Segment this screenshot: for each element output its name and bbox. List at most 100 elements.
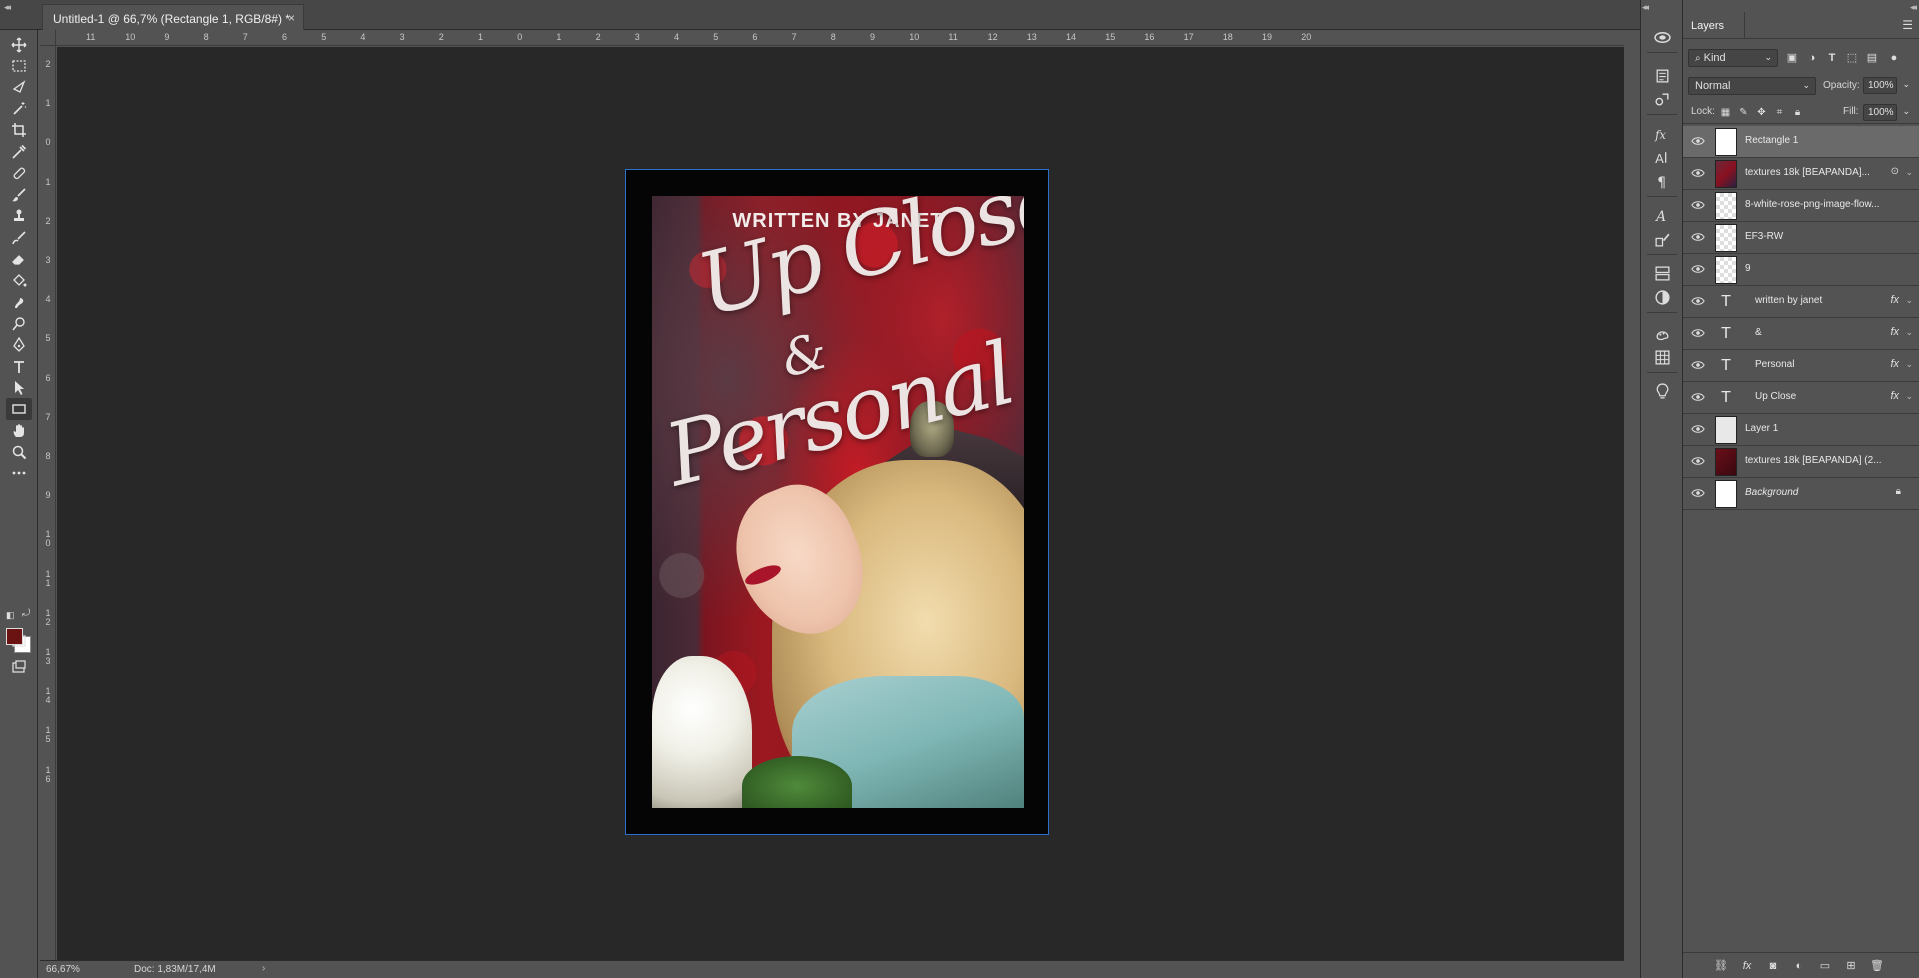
visibility-eye-icon[interactable] [1691, 199, 1705, 211]
layer-thumbnail[interactable] [1715, 256, 1737, 284]
canvas-area[interactable]: WRITTEN BY JANET Up Close & Personal [57, 47, 1624, 961]
ruler-origin[interactable] [40, 30, 56, 46]
layer-row[interactable]: Background 🔒︎ [1683, 478, 1919, 510]
delete-layer-icon[interactable]: 🗑︎ [1869, 959, 1885, 973]
layer-thumbnail[interactable] [1715, 416, 1737, 444]
glyphs-icon[interactable]: A [1650, 204, 1674, 226]
filter-pixel-icon[interactable]: ▣ [1785, 51, 1799, 65]
visibility-eye-icon[interactable] [1691, 359, 1705, 371]
document-canvas[interactable]: WRITTEN BY JANET Up Close & Personal [625, 169, 1049, 835]
layer-name[interactable]: written by janet [1755, 295, 1895, 306]
filter-type-icon[interactable]: T [1825, 51, 1839, 65]
brushes-icon[interactable] [1650, 228, 1674, 250]
new-group-icon[interactable]: ▭ [1817, 959, 1833, 973]
layer-name[interactable]: Background [1745, 487, 1885, 498]
path-select-icon[interactable] [6, 377, 32, 399]
hand-icon[interactable] [6, 420, 32, 442]
layer-effects-icon[interactable]: fx [1890, 390, 1899, 402]
layer-name[interactable]: 8-white-rose-png-image-flow... [1745, 199, 1885, 210]
layer-row[interactable]: Rectangle 1 [1683, 126, 1919, 158]
visibility-eye-icon[interactable] [1691, 295, 1705, 307]
layer-thumbnail[interactable] [1715, 224, 1737, 252]
link-layers-icon[interactable]: ⛓︎ [1713, 959, 1729, 973]
expand-effects-icon[interactable]: ⌄ [1905, 391, 1913, 402]
smudge-icon[interactable] [6, 291, 32, 313]
tab-layers[interactable]: Layers [1683, 12, 1745, 38]
layer-row[interactable]: Twritten by janet fx ⌄ [1683, 286, 1919, 318]
document-tab[interactable]: Untitled-1 @ 66,7% (Rectangle 1, RGB/8#)… [42, 4, 304, 30]
eyedropper-icon[interactable] [6, 141, 32, 163]
adjustments-icon[interactable] [1650, 286, 1674, 308]
lock-artboard-icon[interactable]: ⌗ [1773, 106, 1786, 119]
visibility-eye-icon[interactable] [1691, 391, 1705, 403]
expand-effects-icon[interactable]: ⌄ [1905, 327, 1913, 338]
expand-filters-icon[interactable]: ⌄ [1905, 167, 1913, 178]
new-adjustment-layer-icon[interactable]: ◐ [1791, 959, 1807, 973]
character-icon[interactable]: A [1650, 146, 1674, 168]
filter-shape-icon[interactable]: ⬚ [1845, 51, 1859, 65]
panel-menu-icon[interactable]: ☰ [1902, 18, 1913, 32]
layer-row[interactable]: textures 18k [BEAPANDA] (2... [1683, 446, 1919, 478]
crop-icon[interactable] [6, 119, 32, 141]
vertical-ruler[interactable]: 2 1 0 1 2 3 4 5 6 7 8 9 10 11 12 13 14 15 16 [40, 46, 56, 960]
visibility-eye-icon[interactable] [1691, 455, 1705, 467]
layer-row[interactable]: Layer 1 [1683, 414, 1919, 446]
learn-lightbulb-icon[interactable] [1650, 380, 1674, 402]
filter-toggle-icon[interactable]: ● [1887, 51, 1901, 65]
visibility-eye-icon[interactable] [1691, 423, 1705, 435]
filter-kind-select[interactable]: ⌕ Kind ⌄ [1688, 49, 1778, 67]
rectangle-icon[interactable] [6, 398, 32, 420]
layer-name[interactable]: & [1755, 327, 1895, 338]
visibility-eye-icon[interactable] [1691, 231, 1705, 243]
layer-locked-icon[interactable]: 🔒︎ [1896, 486, 1901, 497]
eraser-icon[interactable] [6, 248, 32, 270]
layer-name[interactable]: Layer 1 [1745, 423, 1885, 434]
layer-thumbnail[interactable] [1715, 448, 1737, 476]
stamp-icon[interactable] [6, 205, 32, 227]
layer-name[interactable]: textures 18k [BEAPANDA] (2... [1745, 455, 1885, 466]
magic-wand-icon[interactable] [6, 98, 32, 120]
move-icon[interactable] [6, 34, 32, 56]
layer-thumbnail[interactable] [1715, 480, 1737, 508]
status-menu-arrow-icon[interactable]: › [262, 963, 265, 974]
layer-name[interactable]: 9 [1745, 263, 1885, 274]
layer-effects-icon[interactable]: fx [1890, 358, 1899, 370]
screen-mode-icon[interactable] [6, 656, 32, 678]
actions-icon[interactable] [1650, 88, 1674, 110]
lock-transparent-icon[interactable]: ▦ [1719, 106, 1732, 119]
patterns-grid-icon[interactable] [1650, 346, 1674, 368]
zoom-icon[interactable] [6, 441, 32, 463]
marquee-icon[interactable] [6, 55, 32, 77]
zoom-level-field[interactable]: 66,67% [46, 964, 80, 975]
layer-name[interactable]: textures 18k [BEAPANDA]... [1745, 167, 1885, 178]
layer-row[interactable]: 9 [1683, 254, 1919, 286]
layer-effects-icon[interactable]: fx [1890, 326, 1899, 338]
visibility-eye-icon[interactable] [1691, 167, 1705, 179]
lasso-icon[interactable] [6, 76, 32, 98]
expand-effects-icon[interactable]: ⌄ [1905, 359, 1913, 370]
collapse-dock-icon[interactable]: ◂◂ [1642, 2, 1649, 13]
add-mask-icon[interactable]: ◙ [1765, 959, 1781, 973]
new-layer-icon[interactable]: ⊞ [1843, 959, 1859, 973]
layer-row[interactable]: T Personal fx ⌄ [1683, 350, 1919, 382]
add-layer-style-icon[interactable]: fx [1739, 959, 1755, 973]
lock-pixels-icon[interactable]: ✎ [1737, 106, 1750, 119]
layer-name[interactable]: Personal [1755, 359, 1895, 370]
filter-adjustment-icon[interactable]: ◑ [1805, 51, 1819, 65]
layer-name[interactable]: Up Close [1755, 391, 1895, 402]
layer-thumbnail[interactable] [1715, 192, 1737, 220]
properties-fx-icon[interactable]: fx [1650, 122, 1674, 144]
chevron-down-icon[interactable]: ⌄ [1902, 79, 1910, 90]
layer-row[interactable]: T Up Close fx ⌄ [1683, 382, 1919, 414]
brush-icon[interactable] [6, 184, 32, 206]
foreground-color-swatch[interactable] [6, 628, 23, 645]
swap-colors-icon[interactable]: ⤾ [22, 608, 30, 619]
channels-icon[interactable] [1650, 262, 1674, 284]
layer-row[interactable]: T & fx ⌄ [1683, 318, 1919, 350]
lock-all-icon[interactable]: 🔒︎ [1791, 106, 1804, 119]
layer-thumbnail[interactable] [1715, 160, 1737, 188]
paint-bucket-icon[interactable] [6, 270, 32, 292]
lock-position-icon[interactable]: ✥ [1755, 106, 1768, 119]
layer-name[interactable]: Rectangle 1 [1745, 135, 1885, 146]
horizontal-ruler[interactable]: 11 10 9 8 7 6 5 4 3 2 1 0 1 2 3 4 5 6 7 8 9 10 11 12 13 14 15 16 17 1… [56, 30, 1624, 46]
